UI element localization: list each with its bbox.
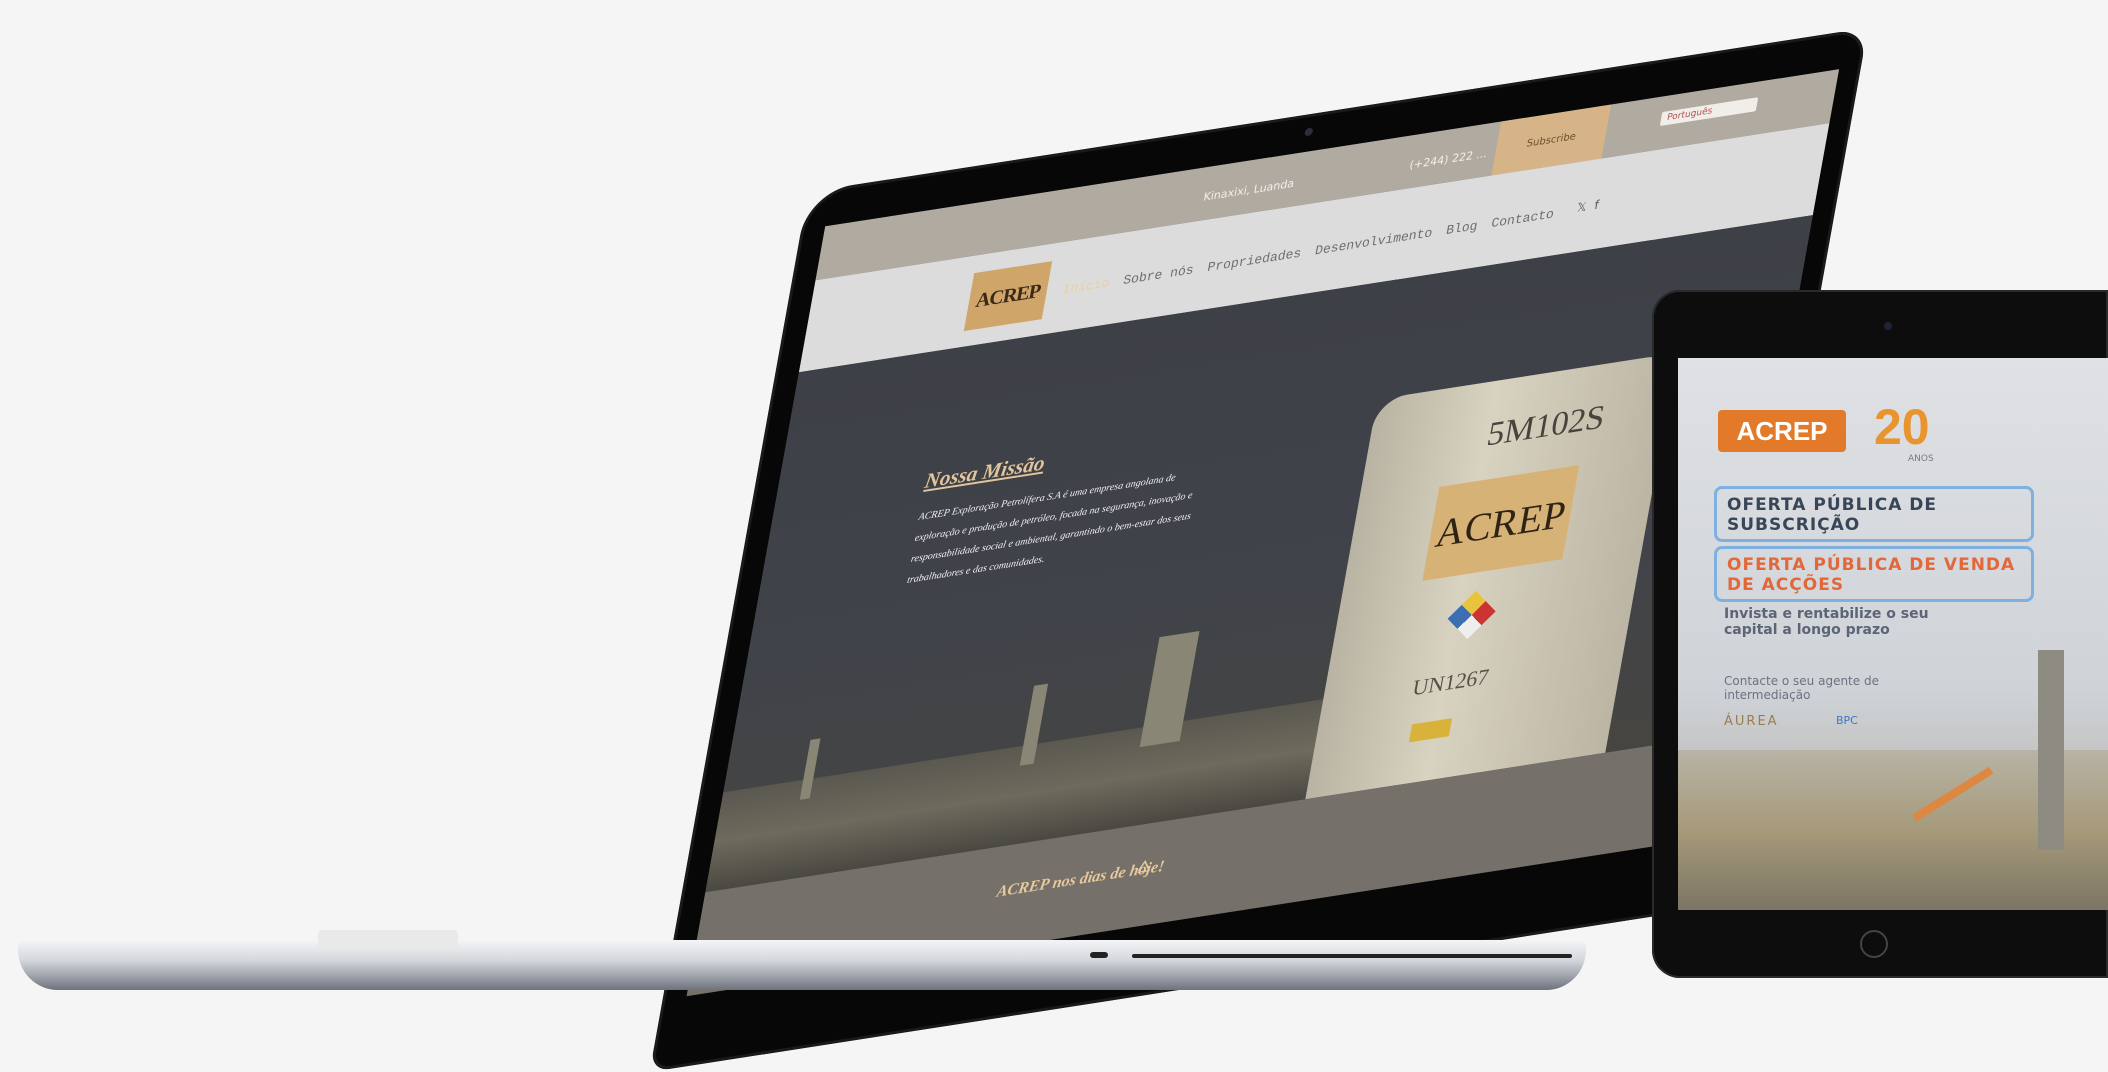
twitter-icon[interactable]: 𝕏 <box>1576 199 1588 214</box>
tablet-tagline: Invista e rentabilize o seu capital a lo… <box>1724 606 1929 638</box>
acrep-logo[interactable]: ACREP <box>963 261 1053 332</box>
laptop-base <box>18 930 1586 990</box>
rig-crane <box>1912 766 1994 822</box>
tank-plate <box>1408 718 1453 743</box>
nav-item-contacto[interactable]: Contacto <box>1490 206 1555 231</box>
laptop-notch <box>318 930 458 948</box>
device-mockup-scene: Kinaxixi, Luanda (+244) 222 ... Subscrib… <box>0 0 2108 1072</box>
nav-item-inicio[interactable]: Início <box>1061 275 1111 297</box>
chimney <box>799 738 821 800</box>
laptop-camera <box>1304 127 1314 137</box>
hazard-diamond-icon <box>1447 591 1496 640</box>
tank-un-code: UN1267 <box>1410 663 1491 701</box>
drilling-rig-image <box>1678 650 2108 910</box>
offer-subscription-box[interactable]: OFERTA PÚBLICA DE SUBSCRIÇÃO <box>1714 486 2034 542</box>
chimney <box>1019 683 1049 766</box>
anniversary-label: ANOS <box>1908 454 1934 464</box>
tablet-camera <box>1884 322 1892 330</box>
tablet-screen: ACREP 20 ANOS OFERTA PÚBLICA DE SUBSCRIÇ… <box>1678 358 2108 910</box>
refinery-column <box>1139 630 1200 748</box>
nav-item-blog[interactable]: Blog <box>1445 218 1479 238</box>
nav-item-propriedades[interactable]: Propriedades <box>1206 246 1302 276</box>
social-links: 𝕏 f <box>1576 198 1600 215</box>
nav-item-desenvolvimento[interactable]: Desenvolvimento <box>1314 225 1434 258</box>
laptop-hinge-line <box>1132 954 1572 958</box>
tablet-contact-text: Contacte o seu agente de intermediação <box>1724 674 1879 702</box>
facebook-icon[interactable]: f <box>1593 198 1600 213</box>
offer-sale-box[interactable]: OFERTA PÚBLICA DE VENDA DE ACÇÕES <box>1714 546 2034 602</box>
rig-tower <box>2038 650 2064 850</box>
tablet-acrep-logo: ACREP <box>1718 410 1846 452</box>
phone-text[interactable]: (+244) 222 ... <box>1409 147 1489 172</box>
laptop: Kinaxixi, Luanda (+244) 222 ... Subscrib… <box>640 20 1868 1072</box>
language-selector[interactable]: Português <box>1659 97 1759 127</box>
laptop-port <box>1090 952 1108 958</box>
partner-logo-aurea: ÁUREA <box>1724 714 1779 729</box>
tablet-home-button[interactable] <box>1860 930 1888 958</box>
partner-logo-bpc: BPC <box>1836 714 1858 727</box>
storage-tank-image: 5M102S ACREP UN1267 <box>1305 352 1678 800</box>
tank-logo: ACREP <box>1422 465 1580 581</box>
tank-code: 5M102S <box>1484 398 1608 454</box>
anniversary-number: 20 <box>1874 399 1930 455</box>
nav-item-sobre[interactable]: Sobre nós <box>1122 262 1195 288</box>
mission-title: Nossa Missão <box>922 450 1047 494</box>
tablet: ACREP 20 ANOS OFERTA PÚBLICA DE SUBSCRIÇ… <box>1652 290 2108 978</box>
address-text: Kinaxixi, Luanda <box>1202 176 1296 204</box>
